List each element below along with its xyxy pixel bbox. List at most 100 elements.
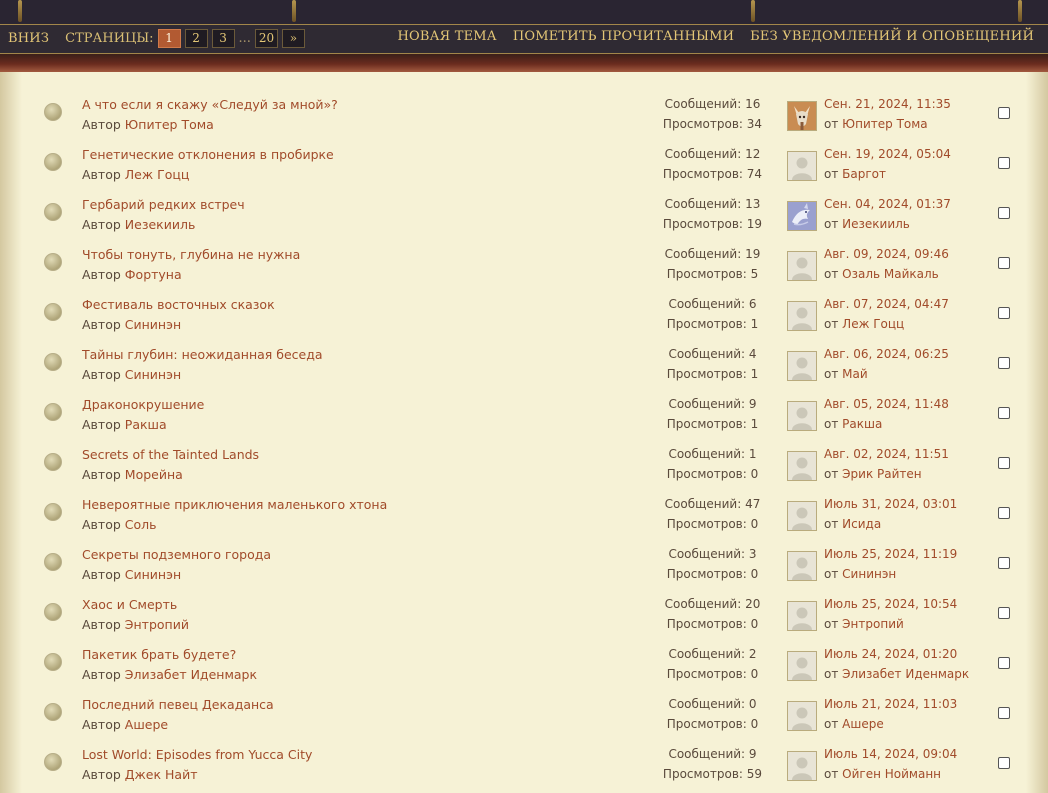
avatar[interactable] — [787, 201, 817, 231]
topic-title-link[interactable]: Чтобы тонуть, глубина не нужна — [82, 247, 300, 262]
avatar[interactable] — [787, 651, 817, 681]
last-poster-link[interactable]: Май — [842, 367, 868, 381]
last-post-by: от Иезекииль — [824, 217, 910, 231]
last-post-date-link[interactable]: Сен. 21, 2024, 11:35 — [824, 97, 951, 111]
avatar[interactable] — [787, 401, 817, 431]
new-topic-button[interactable]: НОВАЯ ТЕМА — [397, 29, 496, 44]
select-checkbox[interactable] — [998, 157, 1010, 169]
author-name-link[interactable]: Сининэн — [125, 567, 181, 582]
last-post-date-link[interactable]: Сен. 04, 2024, 01:37 — [824, 197, 951, 211]
avatar[interactable] — [787, 451, 817, 481]
last-post-date-link[interactable]: Июль 21, 2024, 11:03 — [824, 697, 957, 711]
avatar[interactable] — [787, 251, 817, 281]
last-post-date-link[interactable]: Авг. 02, 2024, 11:51 — [824, 447, 949, 461]
avatar[interactable] — [787, 351, 817, 381]
last-post-date-link[interactable]: Июль 31, 2024, 03:01 — [824, 497, 957, 511]
topic-title-link[interactable]: Гербарий редких встреч — [82, 197, 245, 212]
last-post-date-link[interactable]: Авг. 05, 2024, 11:48 — [824, 397, 949, 411]
author-name-link[interactable]: Энтропий — [125, 617, 189, 632]
author-name-link[interactable]: Иезекииль — [125, 217, 196, 232]
topic-title-link[interactable]: Генетические отклонения в пробирке — [82, 147, 334, 162]
last-poster-link[interactable]: Иезекииль — [842, 217, 910, 231]
last-poster-link[interactable]: Элизабет Иденмарк — [842, 667, 969, 681]
avatar[interactable] — [787, 501, 817, 531]
replies-count: Сообщений: 1 — [640, 447, 785, 461]
avatar[interactable] — [787, 101, 817, 131]
select-checkbox[interactable] — [998, 557, 1010, 569]
select-checkbox[interactable] — [998, 457, 1010, 469]
select-checkbox[interactable] — [998, 657, 1010, 669]
last-post-date-link[interactable]: Сен. 19, 2024, 05:04 — [824, 147, 951, 161]
avatar[interactable] — [787, 151, 817, 181]
ornament-icon — [749, 0, 757, 22]
author-name-link[interactable]: Джек Найт — [125, 767, 198, 782]
select-checkbox[interactable] — [998, 207, 1010, 219]
topic-title-link[interactable]: Драконокрушение — [82, 397, 204, 412]
topic-title-link[interactable]: Фестиваль восточных сказок — [82, 297, 275, 312]
topic-title-link[interactable]: Lost World: Episodes from Yucca City — [82, 747, 312, 762]
author-name-link[interactable]: Морейна — [125, 467, 183, 482]
last-post-date-link[interactable]: Авг. 07, 2024, 04:47 — [824, 297, 949, 311]
no-notify-button[interactable]: БЕЗ УВЕДОМЛЕНИЙ И ОПОВЕЩЕНИЙ — [750, 29, 1034, 44]
last-post-date-link[interactable]: Июль 14, 2024, 09:04 — [824, 747, 957, 761]
author-name-link[interactable]: Соль — [125, 517, 157, 532]
topic-title-link[interactable]: Пакетик брать будете? — [82, 647, 236, 662]
mark-read-button[interactable]: ПОМЕТИТЬ ПРОЧИТАННЫМИ — [513, 29, 734, 44]
avatar[interactable] — [787, 551, 817, 581]
avatar[interactable] — [787, 301, 817, 331]
author-name-link[interactable]: Фортуна — [125, 267, 182, 282]
select-checkbox[interactable] — [998, 757, 1010, 769]
topic-title-link[interactable]: Секреты подземного города — [82, 547, 271, 562]
author-prefix: Автор — [82, 667, 121, 682]
last-poster-link[interactable]: Юпитер Тома — [842, 117, 927, 131]
select-checkbox[interactable] — [998, 257, 1010, 269]
last-post-date-link[interactable]: Авг. 06, 2024, 06:25 — [824, 347, 949, 361]
last-poster-link[interactable]: Эрик Райтен — [842, 467, 921, 481]
author-name-link[interactable]: Ракша — [125, 417, 167, 432]
topic-title-link[interactable]: Тайны глубин: неожиданная беседа — [82, 347, 323, 362]
author-name-link[interactable]: Ашере — [125, 717, 168, 732]
author-name-link[interactable]: Сининэн — [125, 317, 181, 332]
author-name-link[interactable]: Юпитер Тома — [125, 117, 214, 132]
last-post-date-link[interactable]: Июль 25, 2024, 10:54 — [824, 597, 957, 611]
topic-title-link[interactable]: Secrets of the Tainted Lands — [82, 447, 259, 462]
avatar[interactable] — [787, 701, 817, 731]
select-checkbox[interactable] — [998, 407, 1010, 419]
topic-title-link[interactable]: Хаос и Смерть — [82, 597, 177, 612]
page-3-button[interactable]: 3 — [211, 29, 235, 48]
select-checkbox[interactable] — [998, 707, 1010, 719]
page-1-button[interactable]: 1 — [157, 29, 181, 48]
select-checkbox[interactable] — [998, 357, 1010, 369]
page-last-button[interactable]: 20 — [254, 29, 278, 48]
author-name-link[interactable]: Сининэн — [125, 367, 181, 382]
last-poster-link[interactable]: Баргот — [842, 167, 886, 181]
last-post-date-link[interactable]: Июль 25, 2024, 11:19 — [824, 547, 957, 561]
last-poster-link[interactable]: Энтропий — [842, 617, 904, 631]
last-post-date-link[interactable]: Авг. 09, 2024, 09:46 — [824, 247, 949, 261]
author-name-link[interactable]: Элизабет Иденмарк — [125, 667, 257, 682]
select-checkbox[interactable] — [998, 107, 1010, 119]
go-down-link[interactable]: ВНИЗ — [8, 31, 49, 46]
topic-title-link[interactable]: Последний певец Декаданса — [82, 697, 274, 712]
last-poster-link[interactable]: Ашере — [842, 717, 884, 731]
pages-label: СТРАНИЦЫ: — [65, 31, 154, 46]
last-poster-link[interactable]: Сининэн — [842, 567, 896, 581]
select-checkbox[interactable] — [998, 607, 1010, 619]
select-checkbox[interactable] — [998, 507, 1010, 519]
last-post-date-link[interactable]: Июль 24, 2024, 01:20 — [824, 647, 957, 661]
author-name-link[interactable]: Леж Гоцц — [125, 167, 190, 182]
last-poster-link[interactable]: Леж Гоцц — [842, 317, 904, 331]
topic-title-link[interactable]: А что если я скажу «Следуй за мной»? — [82, 97, 338, 112]
last-poster-link[interactable]: Ракша — [842, 417, 882, 431]
by-prefix: от — [824, 367, 839, 381]
replies-value: 9 — [748, 747, 757, 761]
select-checkbox[interactable] — [998, 307, 1010, 319]
last-poster-link[interactable]: Исида — [842, 517, 881, 531]
avatar[interactable] — [787, 601, 817, 631]
page-2-button[interactable]: 2 — [184, 29, 208, 48]
avatar[interactable] — [787, 751, 817, 781]
topic-title-link[interactable]: Невероятные приключения маленького хтона — [82, 497, 387, 512]
next-page-button[interactable]: » — [281, 29, 305, 48]
last-poster-link[interactable]: Ойген Нойманн — [842, 767, 941, 781]
last-poster-link[interactable]: Озаль Майкаль — [842, 267, 939, 281]
